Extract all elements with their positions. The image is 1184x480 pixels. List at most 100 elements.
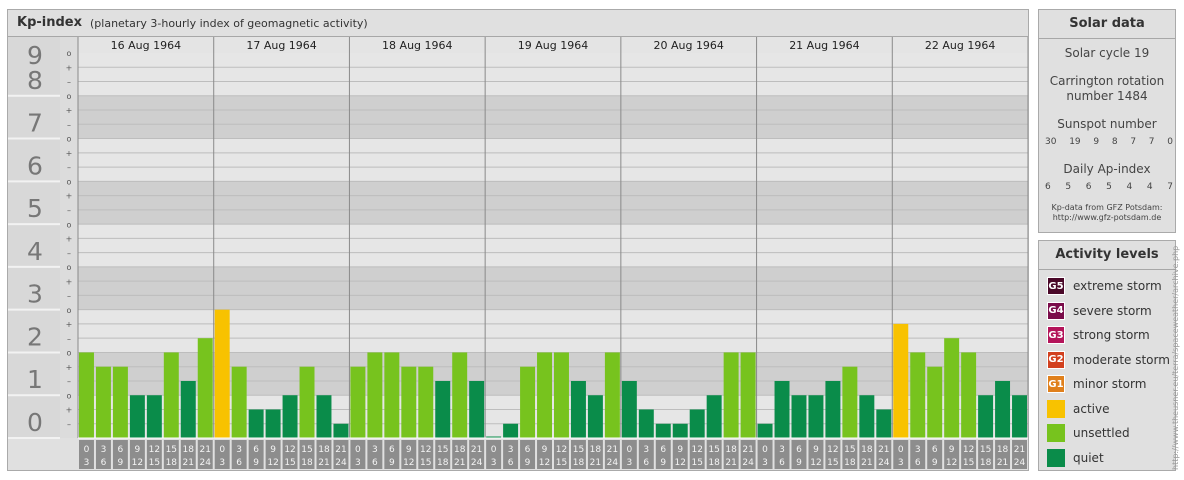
interval-start-label: 3 [508, 445, 514, 455]
chart-header: Kp-index (planetary 3-hourly index of ge… [8, 10, 1028, 37]
kp-bar [859, 395, 875, 438]
interval-start-label: 3 [372, 445, 378, 455]
kp-bar [740, 352, 756, 438]
interval-start-label: 15 [573, 445, 584, 455]
kp-bar [503, 423, 519, 438]
interval-start-label: 21 [742, 445, 753, 455]
interval-start-label: 12 [149, 445, 160, 455]
interval-end-label: 24 [471, 458, 483, 468]
interval-end-label: 9 [796, 458, 802, 468]
minor-tick-mark: + [66, 192, 73, 201]
interval-end-label: 24 [878, 458, 890, 468]
kp-band [78, 53, 1028, 96]
kp-bar [248, 409, 264, 438]
interval-start-label: 6 [253, 445, 259, 455]
activity-level-swatch [1047, 448, 1065, 467]
kp-bar [520, 366, 536, 438]
activity-level-item: G5 extreme storm [1047, 277, 1162, 295]
interval-start-label: 3 [915, 445, 921, 455]
interval-end-label: 24 [200, 458, 212, 468]
kp-bar [265, 409, 281, 438]
interval-end-label: 12 [403, 458, 414, 468]
sunspot-value: 7 [1130, 137, 1137, 147]
interval-start-label: 0 [898, 445, 904, 455]
interval-start-label: 21 [200, 445, 211, 455]
kp-bar [621, 380, 637, 438]
minor-tick-mark: + [66, 235, 73, 244]
sunspot-value: 8 [1111, 137, 1118, 147]
kp-bar [214, 309, 230, 438]
minor-tick-mark: – [67, 292, 71, 301]
interval-end-label: 21 [454, 458, 465, 468]
kp-bar [350, 366, 366, 438]
minor-tick-mark: – [67, 163, 71, 172]
interval-start-label: 21 [878, 445, 889, 455]
interval-start-label: 12 [420, 445, 431, 455]
interval-start-label: 18 [318, 445, 330, 455]
interval-end-label: 15 [963, 458, 974, 468]
interval-end-label: 3 [491, 458, 497, 468]
activity-level-swatch [1047, 424, 1065, 442]
kp-bar [825, 380, 841, 438]
kp-bar [452, 352, 468, 438]
kp-bar [689, 409, 705, 438]
minor-tick-mark: + [66, 363, 73, 372]
interval-start-label: 12 [556, 445, 567, 455]
activity-level-label: quiet [1073, 450, 1104, 465]
interval-end-label: 6 [779, 458, 785, 468]
day-date-label: 16 Aug 1964 [111, 39, 181, 52]
kp-bar [231, 366, 247, 438]
minor-tick-mark: o [67, 135, 72, 144]
activity-level-swatch: G5 [1047, 277, 1065, 295]
kp-bar [282, 395, 298, 438]
interval-start-label: 0 [355, 445, 361, 455]
minor-tick-mark: + [66, 277, 73, 286]
activity-level-item: quiet [1047, 448, 1104, 467]
activity-level-item: G4 severe storm [1047, 301, 1152, 320]
kp-bar [791, 395, 807, 438]
day-date-label: 19 Aug 1964 [518, 39, 588, 52]
interval-end-label: 12 [539, 458, 550, 468]
kp-bar [316, 395, 332, 438]
kp-bar [638, 409, 654, 438]
activity-level-swatch: G2 [1047, 350, 1065, 369]
interval-start-label: 3 [236, 445, 242, 455]
interval-end-label: 3 [898, 458, 904, 468]
interval-start-label: 18 [997, 445, 1009, 455]
kp-bar [944, 338, 960, 438]
minor-tick-mark: o [67, 263, 72, 272]
interval-end-label: 6 [508, 458, 514, 468]
ap-index-value: 5 [1065, 182, 1072, 192]
minor-tick-mark: – [67, 206, 71, 215]
interval-end-label: 21 [861, 458, 872, 468]
activity-level-swatch: G3 [1047, 326, 1065, 344]
y-tick-label: 2 [27, 322, 43, 351]
interval-end-label: 15 [827, 458, 838, 468]
sunspot-values: 30 19 9 8 7 7 0 [1045, 137, 1173, 147]
activity-level-swatch [1047, 399, 1065, 418]
kp-bar [893, 323, 909, 438]
interval-end-label: 6 [372, 458, 378, 468]
activity-level-label: moderate storm [1073, 352, 1170, 367]
kp-bar [706, 395, 722, 438]
kp-bar [197, 338, 213, 438]
minor-tick-mark: o [67, 49, 72, 58]
interval-end-label: 15 [691, 458, 702, 468]
kp-bar [299, 366, 315, 438]
minor-tick-mark: + [66, 406, 73, 415]
interval-start-label: 12 [691, 445, 702, 455]
interval-start-label: 9 [949, 445, 955, 455]
activity-level-label: active [1073, 401, 1110, 416]
interval-end-label: 3 [355, 458, 361, 468]
interval-start-label: 6 [118, 445, 124, 455]
interval-end-label: 12 [132, 458, 143, 468]
kp-bar [537, 352, 552, 438]
activity-level-item: unsettled [1047, 424, 1130, 442]
kp-chart-panel: 0 1 2 3 4 5 6 7 8 9– + o – + o – + o – + o – + o – + o – + o – + o – + o 16 … [7, 9, 1029, 471]
minor-tick-mark: o [67, 220, 72, 229]
kp-bar [672, 423, 688, 438]
ap-index-value: 5 [1106, 182, 1112, 192]
interval-end-label: 21 [725, 458, 736, 468]
y-tick-label: 4 [27, 237, 43, 266]
interval-end-label: 18 [573, 458, 585, 468]
